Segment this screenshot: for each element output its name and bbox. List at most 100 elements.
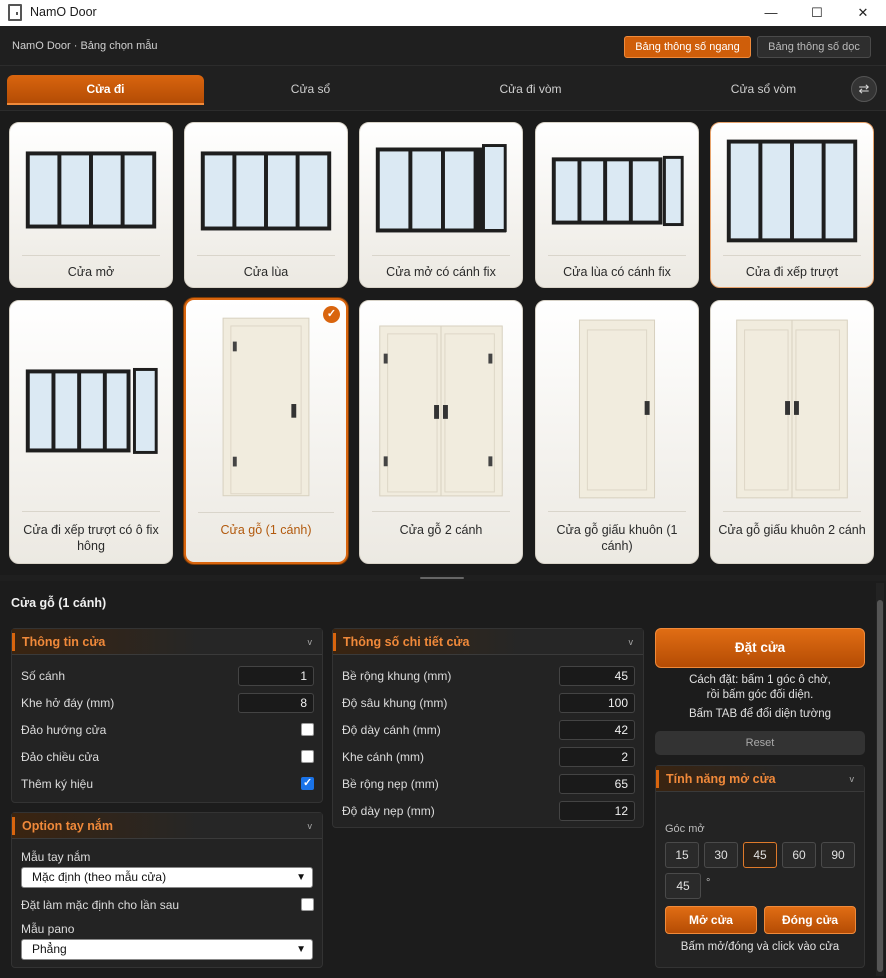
chevron-down-icon: ▼ bbox=[296, 944, 306, 955]
pano-select[interactable]: Phẳng ▼ bbox=[21, 939, 313, 960]
place-hint-1: Cách đặt: bấm 1 góc ô chờ, bbox=[689, 674, 831, 686]
reset-button[interactable]: Reset bbox=[655, 731, 865, 755]
them-ky-hieu-checkbox[interactable] bbox=[301, 776, 314, 790]
selected-model-title: Cửa gỗ (1 cánh) bbox=[11, 596, 107, 610]
panel-title: Thông tin cửa bbox=[22, 635, 106, 649]
panel-title: Option tay nắm bbox=[22, 819, 113, 833]
field-label: Độ dày nẹp (mm) bbox=[342, 804, 435, 818]
field-label: Khe hở đáy (mm) bbox=[21, 696, 115, 710]
do-day-canh-input[interactable]: 42 bbox=[559, 720, 635, 740]
chevron-down-icon[interactable]: v bbox=[308, 637, 313, 647]
chevron-down-icon[interactable]: v bbox=[629, 637, 634, 647]
card-cua-lua[interactable]: Cửa lùa bbox=[184, 122, 348, 288]
card-label: Cửa đi xếp trượt có ô fix hông bbox=[23, 523, 159, 553]
card-label: Cửa gỗ 2 cánh bbox=[399, 523, 483, 537]
folding-door-fix-icon bbox=[25, 367, 158, 454]
dao-huong-checkbox[interactable] bbox=[301, 723, 314, 736]
card-cua-xep-truot-fix[interactable]: Cửa đi xếp trượt có ô fix hông bbox=[9, 300, 173, 564]
card-cua-lua-fix[interactable]: Cửa lùa có cánh fix bbox=[535, 122, 699, 288]
window-with-fix-icon bbox=[375, 144, 507, 233]
open-feature-header[interactable]: Tính năng mở cửa v bbox=[656, 766, 864, 792]
angle-45-button[interactable]: 45 bbox=[743, 842, 777, 868]
handle-model-select[interactable]: Mặc định (theo mẫu cửa) ▼ bbox=[21, 867, 313, 888]
khe-canh-input[interactable]: 2 bbox=[559, 747, 635, 767]
chevron-down-icon[interactable]: v bbox=[850, 774, 855, 784]
chevron-down-icon[interactable]: v bbox=[308, 821, 313, 831]
angle-90-button[interactable]: 90 bbox=[821, 842, 855, 868]
wood-door-double-icon bbox=[379, 325, 503, 497]
scrollbar-thumb[interactable] bbox=[877, 600, 883, 972]
hidden-frame-door-icon bbox=[578, 319, 656, 499]
door-info-header[interactable]: Thông tin cửa v bbox=[12, 629, 322, 655]
field-label: Khe cánh (mm) bbox=[342, 750, 425, 764]
panel-title: Tính năng mở cửa bbox=[666, 772, 776, 786]
card-cua-go-2-canh[interactable]: Cửa gỗ 2 cánh bbox=[359, 300, 523, 564]
open-door-button[interactable]: Mở cửa bbox=[665, 906, 757, 934]
tab-cua-di[interactable]: Cửa đi bbox=[7, 75, 204, 103]
category-tabs: Cửa đi Cửa sổ Cửa đi vòm Cửa sổ vòm bbox=[0, 66, 886, 111]
do-day-nep-input[interactable]: 12 bbox=[559, 801, 635, 821]
field-label: Mẫu pano bbox=[21, 922, 75, 936]
app-header: NamO Door · Bảng chọn mẫu Bảng thông số … bbox=[0, 26, 886, 66]
door-gallery: Cửa mở Cửa lùa Cửa mở có cánh fix Cửa lù… bbox=[0, 111, 886, 575]
window-titlebar: NamO Door — ☐ ✕ bbox=[0, 0, 886, 26]
sliding-window-fix-icon bbox=[551, 155, 684, 227]
field-label: Số cánh bbox=[21, 669, 66, 683]
do-sau-khung-input[interactable]: 100 bbox=[559, 693, 635, 713]
angle-30-button[interactable]: 30 bbox=[704, 842, 738, 868]
field-label: Độ sâu khung (mm) bbox=[342, 696, 448, 710]
card-label: Cửa gỗ giấu khuôn (1 cánh) bbox=[556, 523, 678, 553]
card-label: Cửa lùa bbox=[243, 265, 289, 279]
set-default-checkbox[interactable] bbox=[301, 898, 314, 911]
close-window-button[interactable]: ✕ bbox=[840, 0, 886, 26]
wood-door-single-icon bbox=[222, 317, 310, 497]
card-cua-mo-fix[interactable]: Cửa mở có cánh fix bbox=[359, 122, 523, 288]
swap-icon[interactable]: ⇄ bbox=[851, 76, 877, 102]
door-info-panel: Thông tin cửa v Số cánh 1 Khe hở đáy (mm… bbox=[11, 628, 323, 803]
card-cua-mo[interactable]: Cửa mở bbox=[9, 122, 173, 288]
folding-door-icon bbox=[726, 139, 858, 243]
be-rong-nep-input[interactable]: 65 bbox=[559, 774, 635, 794]
door-app-icon bbox=[8, 4, 22, 21]
card-label: Cửa mở có cánh fix bbox=[386, 265, 496, 279]
card-cua-go-giau-khuon-1[interactable]: Cửa gỗ giấu khuôn (1 cánh) bbox=[535, 300, 699, 564]
field-label: Bề rộng khung (mm) bbox=[342, 669, 452, 683]
close-door-button[interactable]: Đóng cửa bbox=[764, 906, 856, 934]
minimize-button[interactable]: — bbox=[748, 0, 794, 26]
field-label: Đảo hướng cửa bbox=[21, 723, 107, 737]
angle-15-button[interactable]: 15 bbox=[665, 842, 699, 868]
open-close-hint: Bấm mở/đóng và click vào cửa bbox=[680, 941, 840, 953]
horizontal-spec-button[interactable]: Bảng thông số ngang bbox=[624, 36, 751, 58]
be-rong-khung-input[interactable]: 45 bbox=[559, 666, 635, 686]
card-label: Cửa gỗ giấu khuôn 2 cánh bbox=[718, 523, 866, 537]
field-label: Đảo chiều cửa bbox=[21, 750, 100, 764]
panel-title: Thông số chi tiết cửa bbox=[343, 635, 470, 649]
place-door-button[interactable]: Đặt cửa bbox=[655, 628, 865, 668]
detail-spec-header[interactable]: Thông số chi tiết cửa v bbox=[333, 629, 643, 655]
card-cua-go-giau-khuon-2[interactable]: Cửa gỗ giấu khuôn 2 cánh bbox=[710, 300, 874, 564]
splitter-grip[interactable] bbox=[420, 577, 464, 579]
detail-spec-panel: Thông số chi tiết cửa v Bề rộng khung (m… bbox=[332, 628, 644, 828]
angle-label: Góc mở bbox=[665, 823, 705, 835]
field-label: Độ dày cánh (mm) bbox=[342, 723, 441, 737]
so-canh-input[interactable]: 1 bbox=[238, 666, 314, 686]
dao-chieu-checkbox[interactable] bbox=[301, 750, 314, 763]
maximize-button[interactable]: ☐ bbox=[794, 0, 840, 26]
window-title: NamO Door bbox=[30, 5, 97, 19]
card-label: Cửa lùa có cánh fix bbox=[563, 265, 671, 279]
hidden-frame-double-door-icon bbox=[736, 319, 848, 499]
tab-cua-so-vom[interactable]: Cửa sổ vòm bbox=[665, 75, 862, 103]
tab-cua-so[interactable]: Cửa sổ bbox=[212, 75, 409, 103]
breadcrumb: NamO Door · Bảng chọn mẫu bbox=[12, 40, 158, 52]
custom-angle-input[interactable]: 45 bbox=[665, 873, 701, 899]
card-cua-go-1-canh[interactable]: ✓ Cửa gỗ (1 cánh) bbox=[184, 298, 348, 564]
selected-check-icon: ✓ bbox=[323, 306, 340, 323]
tab-cua-di-vom[interactable]: Cửa đi vòm bbox=[432, 75, 629, 103]
khe-ho-day-input[interactable]: 8 bbox=[238, 693, 314, 713]
chevron-down-icon: ▼ bbox=[296, 872, 306, 883]
field-label: Đặt làm mặc định cho lần sau bbox=[21, 898, 180, 912]
angle-60-button[interactable]: 60 bbox=[782, 842, 816, 868]
card-cua-xep-truot[interactable]: Cửa đi xếp trượt bbox=[710, 122, 874, 288]
handle-option-header[interactable]: Option tay nắm v bbox=[12, 813, 322, 839]
vertical-spec-button[interactable]: Bảng thông số dọc bbox=[757, 36, 871, 58]
